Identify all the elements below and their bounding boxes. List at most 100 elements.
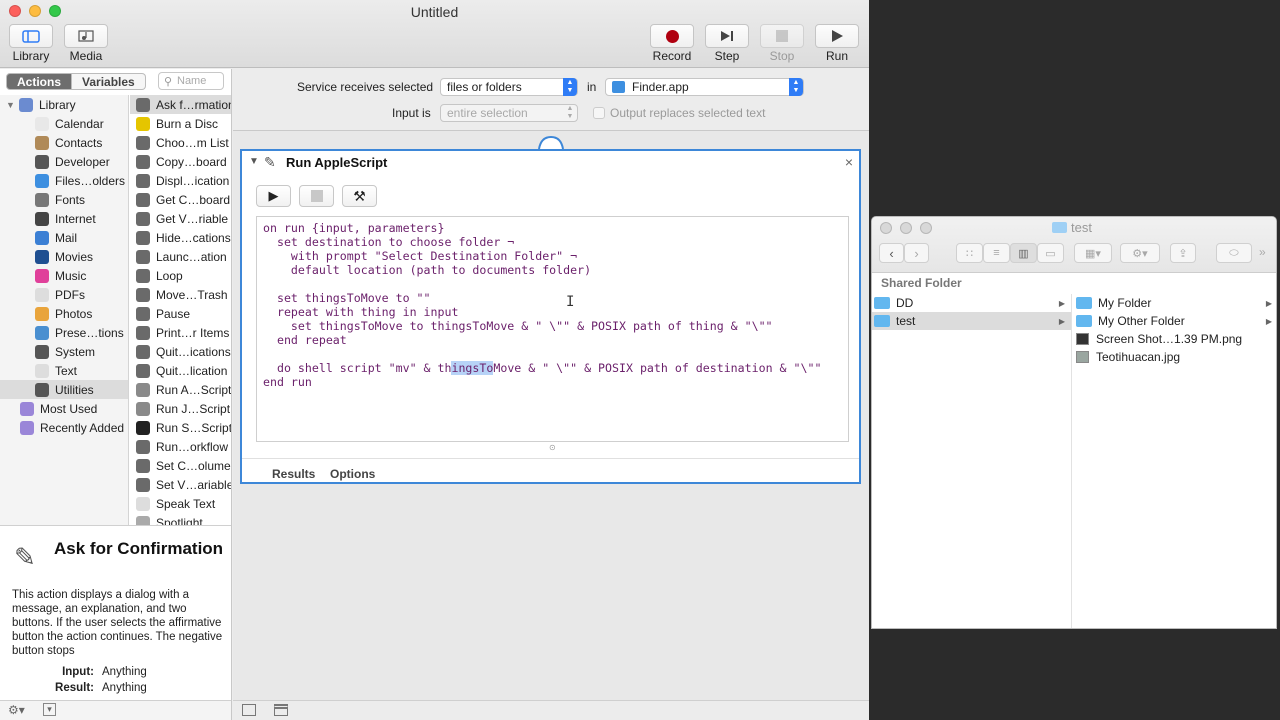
- action-item-burn-a-disc[interactable]: Burn a Disc: [130, 114, 231, 133]
- close-action-icon[interactable]: ×: [845, 154, 853, 170]
- media-button[interactable]: [64, 24, 108, 48]
- library-item-fonts[interactable]: Fonts: [0, 190, 128, 209]
- list-view-button[interactable]: ≡: [983, 243, 1010, 263]
- input-is-popup[interactable]: entire selection ▲ ▼: [440, 104, 578, 122]
- library-button[interactable]: [9, 24, 53, 48]
- gear-menu-icon[interactable]: ⚙▾: [8, 703, 25, 717]
- application-popup[interactable]: Finder.app ▲ ▼: [605, 78, 804, 96]
- zoom-window-button[interactable]: [920, 222, 932, 234]
- finder-item-dd[interactable]: DD ▶: [872, 294, 1071, 312]
- action-item-displ-ication[interactable]: Displ…ication: [130, 171, 231, 190]
- action-item-copy-board[interactable]: Copy…board: [130, 152, 231, 171]
- action-item-run-a-script[interactable]: Run A…Script: [130, 380, 231, 399]
- share-button[interactable]: ⇪: [1170, 243, 1196, 263]
- library-item-system[interactable]: System: [0, 342, 128, 361]
- step-button[interactable]: [705, 24, 749, 48]
- library-item-files-olders[interactable]: Files…olders: [0, 171, 128, 190]
- action-item-quit-lication[interactable]: Quit…lication: [130, 361, 231, 380]
- forward-button[interactable]: ›: [904, 243, 929, 263]
- action-item-choo-m-list[interactable]: Choo…m List: [130, 133, 231, 152]
- action-item-get-c-board[interactable]: Get C…board: [130, 190, 231, 209]
- finder-column-1: DD ▶ test ▶: [872, 294, 1072, 628]
- results-tab[interactable]: Results: [272, 467, 315, 481]
- action-item-set-c-olume[interactable]: Set C…olume: [130, 456, 231, 475]
- action-item-run-j-script[interactable]: Run J…Script: [130, 399, 231, 418]
- arrange-button[interactable]: ▦▾: [1074, 243, 1112, 263]
- finder-item-screen-shot-1-39-pm-png[interactable]: Screen Shot…1.39 PM.png: [1074, 330, 1276, 348]
- stop-script-button[interactable]: [299, 185, 334, 207]
- library-item-calendar[interactable]: Calendar: [0, 114, 128, 133]
- stop-button[interactable]: [760, 24, 804, 48]
- finder-item-my-other-folder[interactable]: My Other Folder ▶: [1074, 312, 1276, 330]
- library-item-pdfs[interactable]: PDFs: [0, 285, 128, 304]
- finder-item-test[interactable]: test ▶: [872, 312, 1071, 330]
- action-item-move-trash[interactable]: Move…Trash: [130, 285, 231, 304]
- library-item-most-used[interactable]: Most Used: [0, 399, 128, 418]
- library-item-label: Photos: [55, 306, 93, 321]
- search-field[interactable]: ⚲ Name: [158, 72, 224, 90]
- action-item-get-v-riable[interactable]: Get V…riable: [130, 209, 231, 228]
- library-item-mail[interactable]: Mail: [0, 228, 128, 247]
- run-applescript-action: ▼ ✎ Run AppleScript × ▶ ⚒ on run {input,…: [240, 149, 861, 484]
- finder-title: test: [1071, 220, 1092, 235]
- action-item-spotlight[interactable]: Spotlight: [130, 513, 231, 525]
- icon-view-button[interactable]: ∷: [956, 243, 983, 263]
- library-item-photos[interactable]: Photos: [0, 304, 128, 323]
- tab-actions[interactable]: Actions: [6, 73, 73, 90]
- minimize-window-button[interactable]: [900, 222, 912, 234]
- library-item-recently-added[interactable]: Recently Added: [0, 418, 128, 437]
- action-item-launc-ation[interactable]: Launc…ation: [130, 247, 231, 266]
- action-item-run-s-script[interactable]: Run S…Script: [130, 418, 231, 437]
- action-item-hide-cations[interactable]: Hide…cations: [130, 228, 231, 247]
- disclosure-triangle-icon[interactable]: ▼: [249, 156, 259, 167]
- library-item-utilities[interactable]: Utilities: [0, 380, 128, 399]
- toggle-description-icon[interactable]: ▾: [43, 703, 56, 716]
- options-tab[interactable]: Options: [330, 467, 375, 481]
- script-editor[interactable]: on run {input, parameters} set destinati…: [256, 216, 849, 442]
- toolbar-overflow-icon[interactable]: »: [1259, 245, 1266, 259]
- variables-view-icon[interactable]: [274, 704, 288, 716]
- library-item-prese-tions[interactable]: Prese…tions: [0, 323, 128, 342]
- action-item-label: Quit…lication: [156, 363, 228, 378]
- close-window-button[interactable]: [880, 222, 892, 234]
- finder-item-teotihuacan-jpg[interactable]: Teotihuacan.jpg: [1074, 348, 1276, 366]
- tags-button[interactable]: ⬭: [1216, 243, 1252, 263]
- record-button[interactable]: [650, 24, 694, 48]
- tab-variables[interactable]: Variables: [72, 73, 146, 90]
- finder-item-label: My Folder: [1098, 296, 1152, 310]
- action-item-pause[interactable]: Pause: [130, 304, 231, 323]
- gallery-view-button[interactable]: ▭: [1037, 243, 1064, 263]
- back-button[interactable]: ‹: [879, 243, 904, 263]
- column-view-button[interactable]: ▥: [1010, 243, 1037, 263]
- action-icon: [136, 515, 150, 525]
- popup-arrows-icon: ▲ ▼: [563, 78, 577, 96]
- run-button[interactable]: [815, 24, 859, 48]
- library-item-library[interactable]: ▼ Library: [0, 95, 128, 114]
- library-item-text[interactable]: Text: [0, 361, 128, 380]
- library-item-movies[interactable]: Movies: [0, 247, 128, 266]
- action-item-label: Copy…board: [156, 154, 227, 169]
- record-icon: [665, 29, 679, 43]
- log-view-icon[interactable]: [242, 704, 256, 716]
- library-item-contacts[interactable]: Contacts: [0, 133, 128, 152]
- finder-item-my-folder[interactable]: My Folder ▶: [1074, 294, 1276, 312]
- output-replaces-checkbox[interactable]: [593, 107, 605, 119]
- action-item-set-v-ariable[interactable]: Set V…ariable: [130, 475, 231, 494]
- action-item-loop[interactable]: Loop: [130, 266, 231, 285]
- library-item-internet[interactable]: Internet: [0, 209, 128, 228]
- service-input-type-popup[interactable]: files or folders ▲ ▼: [440, 78, 578, 96]
- action-item-run-orkflow[interactable]: Run…orkflow: [130, 437, 231, 456]
- action-item-quit-ications[interactable]: Quit…ications: [130, 342, 231, 361]
- library-item-music[interactable]: Music: [0, 266, 128, 285]
- action-item-ask-f-rmation[interactable]: Ask f…rmation: [130, 95, 231, 114]
- resize-handle-icon[interactable]: ⊙: [549, 443, 556, 452]
- library-item-developer[interactable]: Developer: [0, 152, 128, 171]
- action-gear-button[interactable]: ⚙▾: [1120, 243, 1160, 263]
- action-item-speak-text[interactable]: Speak Text: [130, 494, 231, 513]
- finder-icon: [35, 173, 49, 188]
- disclosure-triangle-icon[interactable]: ▼: [6, 100, 16, 110]
- compile-script-button[interactable]: ⚒: [342, 185, 377, 207]
- action-item-print-r-items[interactable]: Print…r Items: [130, 323, 231, 342]
- run-script-button[interactable]: ▶: [256, 185, 291, 207]
- description-result: Result: Anything: [0, 682, 147, 694]
